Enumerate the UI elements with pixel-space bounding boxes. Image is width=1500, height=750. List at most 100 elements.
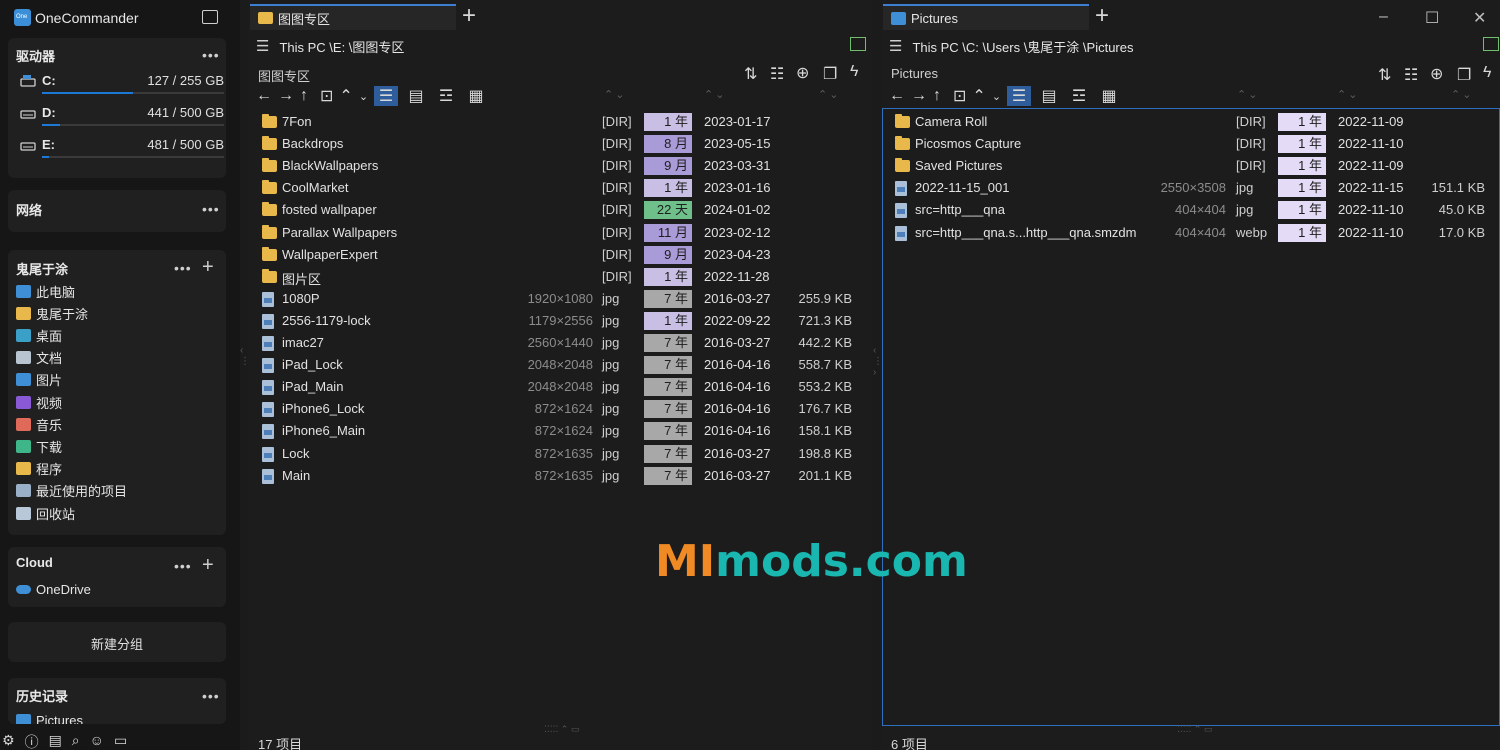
robot-icon[interactable]: ☺ — [90, 732, 104, 750]
column-view-icon[interactable] — [1483, 37, 1499, 51]
sidebar-item[interactable]: 文档 — [16, 348, 62, 368]
new-tab-button[interactable]: + — [462, 4, 476, 28]
minimize-icon[interactable]: – — [1379, 8, 1388, 26]
cloud-add-icon[interactable]: + — [202, 555, 214, 575]
new-tab-button[interactable]: + — [1095, 4, 1109, 28]
file-row[interactable]: Main 872×1635 jpg 7 年 2016-03-27 201.1 KB — [248, 465, 868, 487]
column-view-icon[interactable] — [850, 37, 866, 51]
file-row[interactable]: Backdrops [DIR] 8 月 2023-05-15 — [248, 133, 868, 155]
file-row[interactable]: CoolMarket [DIR] 1 年 2023-01-16 — [248, 177, 868, 199]
file-row[interactable]: iPad_Lock 2048×2048 jpg 7 年 2016-04-16 558.7 … — [248, 354, 868, 376]
sidebar-item[interactable]: 下载 — [16, 436, 62, 456]
clipboard-icon[interactable]: ❐ — [823, 64, 837, 84]
maximize-icon[interactable]: ☐ — [1425, 8, 1439, 28]
forward-icon[interactable]: → — [278, 87, 294, 105]
drives-more-icon[interactable]: ••• — [202, 48, 220, 62]
file-row[interactable]: 7Fon [DIR] 1 年 2023-01-17 — [248, 111, 868, 133]
sidebar-item[interactable]: 音乐 — [16, 414, 62, 434]
tiles-view-icon[interactable]: ▤ — [1037, 86, 1061, 106]
file-row[interactable]: iPhone6_Lock 872×1624 jpg 7 年 2016-04-16 176.… — [248, 398, 868, 420]
chevron-down-icon[interactable]: ⌄ — [992, 90, 1001, 103]
file-row[interactable]: 1080P 1920×1080 jpg 7 年 2016-03-27 255.9 KB — [248, 288, 868, 310]
tree-view-icon[interactable]: ☲ — [1067, 86, 1091, 106]
file-row[interactable]: src=http___qna 404×404 jpg 1 年 2022-11-10 45.… — [881, 199, 1500, 221]
file-row[interactable]: src=http___qna.s...http___qna.smzdm 404×4… — [881, 222, 1500, 244]
tree-view-icon[interactable]: ☲ — [434, 86, 458, 106]
sort-hint-icon[interactable]: ⌃⌄ — [818, 88, 840, 101]
menu-icon[interactable]: ☰ — [256, 37, 269, 55]
lightning-icon[interactable]: ϟ — [1483, 64, 1491, 82]
up-icon[interactable]: ↑ — [933, 87, 941, 105]
file-row[interactable]: Lock 872×1635 jpg 7 年 2016-03-27 198.8 KB — [248, 443, 868, 465]
sidebar-item[interactable]: 视频 — [16, 392, 62, 412]
file-row[interactable]: Saved Pictures [DIR] 1 年 2022-11-09 — [881, 155, 1500, 177]
file-row[interactable]: Picosmos Capture [DIR] 1 年 2022-11-10 — [881, 133, 1500, 155]
screen-icon[interactable]: ▭ — [114, 732, 127, 750]
tiles-view-icon[interactable]: ▤ — [404, 86, 428, 106]
details-view-icon[interactable]: ☰ — [374, 86, 399, 106]
add-icon[interactable]: ⊕ — [1430, 64, 1443, 84]
clipboard-icon[interactable]: ❐ — [1457, 65, 1471, 85]
panel-layout-icon[interactable]: ▤ — [49, 732, 62, 750]
back-icon[interactable]: ← — [889, 87, 905, 105]
file-row[interactable]: imac27 2560×1440 jpg 7 年 2016-03-27 442.2 KB — [248, 332, 868, 354]
new-window-icon[interactable] — [202, 10, 218, 24]
drive-c[interactable]: C: 127 / 255 GB — [16, 73, 224, 103]
sidebar-item[interactable]: 回收站 — [16, 503, 75, 523]
history-item[interactable]: Pictures — [16, 710, 83, 724]
file-row[interactable]: WallpaperExpert [DIR] 9 月 2023-04-23 — [248, 244, 868, 266]
chevron-up-icon[interactable]: ⌃ — [339, 86, 352, 106]
favorites-add-icon[interactable]: + — [202, 257, 214, 277]
search-icon[interactable]: ⌕ — [72, 732, 80, 750]
close-icon[interactable]: ✕ — [1473, 8, 1486, 28]
file-row[interactable]: 2556-1179-lock 1179×2556 jpg 1 年 2022-09-22 7… — [248, 310, 868, 332]
new-folder-icon[interactable]: ⊡ — [320, 86, 333, 106]
resize-grip-icon[interactable]: ⁚⁚⁚⁚⁚ ⌃ ▭ — [1177, 724, 1212, 735]
file-row[interactable]: Camera Roll [DIR] 1 年 2022-11-09 — [881, 111, 1500, 133]
file-row[interactable]: 图片区 [DIR] 1 年 2022-11-28 — [248, 266, 868, 288]
file-row[interactable]: Parallax Wallpapers [DIR] 11 月 2023-02-12 — [248, 222, 868, 244]
new-group-button[interactable]: 新建分组 — [8, 622, 226, 662]
sort-icon[interactable]: ⇅ — [744, 64, 757, 84]
list-details-icon[interactable]: ☷ — [770, 64, 784, 84]
sort-hint-icon[interactable]: ⌃⌄ — [704, 88, 726, 101]
sidebar-item[interactable]: 最近使用的项目 — [16, 481, 127, 501]
sidebar-item[interactable]: 桌面 — [16, 325, 62, 345]
sort-hint-icon[interactable]: ⌃⌄ — [1237, 88, 1259, 101]
file-row[interactable]: fosted wallpaper [DIR] 22 天 2024-01-02 — [248, 199, 868, 221]
address-bar[interactable]: ☰ This PC \E: \图图专区 — [256, 36, 404, 56]
grid-view-icon[interactable]: ▦ — [464, 86, 488, 106]
resize-grip-icon[interactable]: ⁚⁚⁚⁚⁚ ⌃ ▭ — [544, 724, 579, 735]
favorites-more-icon[interactable]: ••• — [174, 261, 192, 275]
sort-hint-icon[interactable]: ⌃⌄ — [1451, 88, 1473, 101]
file-row[interactable]: iPad_Main 2048×2048 jpg 7 年 2016-04-16 553.2 … — [248, 376, 868, 398]
grid-view-icon[interactable]: ▦ — [1097, 86, 1121, 106]
new-folder-icon[interactable]: ⊡ — [953, 86, 966, 106]
sort-hint-icon[interactable]: ⌃⌄ — [1337, 88, 1359, 101]
history-more-icon[interactable]: ••• — [202, 689, 220, 703]
drive-d[interactable]: D: 441 / 500 GB — [16, 105, 224, 135]
sidebar-item[interactable]: 图片 — [16, 370, 62, 390]
cloud-more-icon[interactable]: ••• — [174, 559, 192, 573]
details-view-icon[interactable]: ☰ — [1007, 86, 1032, 106]
chevron-up-icon[interactable]: ⌃ — [972, 86, 985, 106]
chevron-down-icon[interactable]: ⌄ — [359, 90, 368, 103]
address-bar[interactable]: ☰ This PC \C: \Users \鬼尾于涂 \Pictures — [889, 36, 1134, 56]
file-row[interactable]: iPhone6_Main 872×1624 jpg 7 年 2016-04-16 158.… — [248, 420, 868, 442]
info-icon[interactable]: ⓘ — [25, 732, 39, 750]
drive-e[interactable]: E: 481 / 500 GB — [16, 137, 224, 167]
network-more-icon[interactable]: ••• — [202, 202, 220, 216]
forward-icon[interactable]: → — [911, 87, 927, 105]
sidebar-item[interactable]: 程序 — [16, 459, 62, 479]
add-icon[interactable]: ⊕ — [796, 63, 809, 83]
tab-pictures[interactable]: Pictures — [883, 4, 1089, 30]
up-icon[interactable]: ↑ — [300, 87, 308, 105]
file-row[interactable]: 2022-11-15_001 2550×3508 jpg 1 年 2022-11-15 1… — [881, 177, 1500, 199]
settings-icon[interactable]: ⚙ — [2, 732, 15, 750]
back-icon[interactable]: ← — [256, 87, 272, 105]
sidebar-item[interactable]: 鬼尾于涂 — [16, 303, 88, 323]
lightning-icon[interactable]: ϟ — [850, 63, 858, 81]
sort-hint-icon[interactable]: ⌃⌄ — [604, 88, 626, 101]
menu-icon[interactable]: ☰ — [889, 37, 902, 55]
file-row[interactable]: BlackWallpapers [DIR] 9 月 2023-03-31 — [248, 155, 868, 177]
